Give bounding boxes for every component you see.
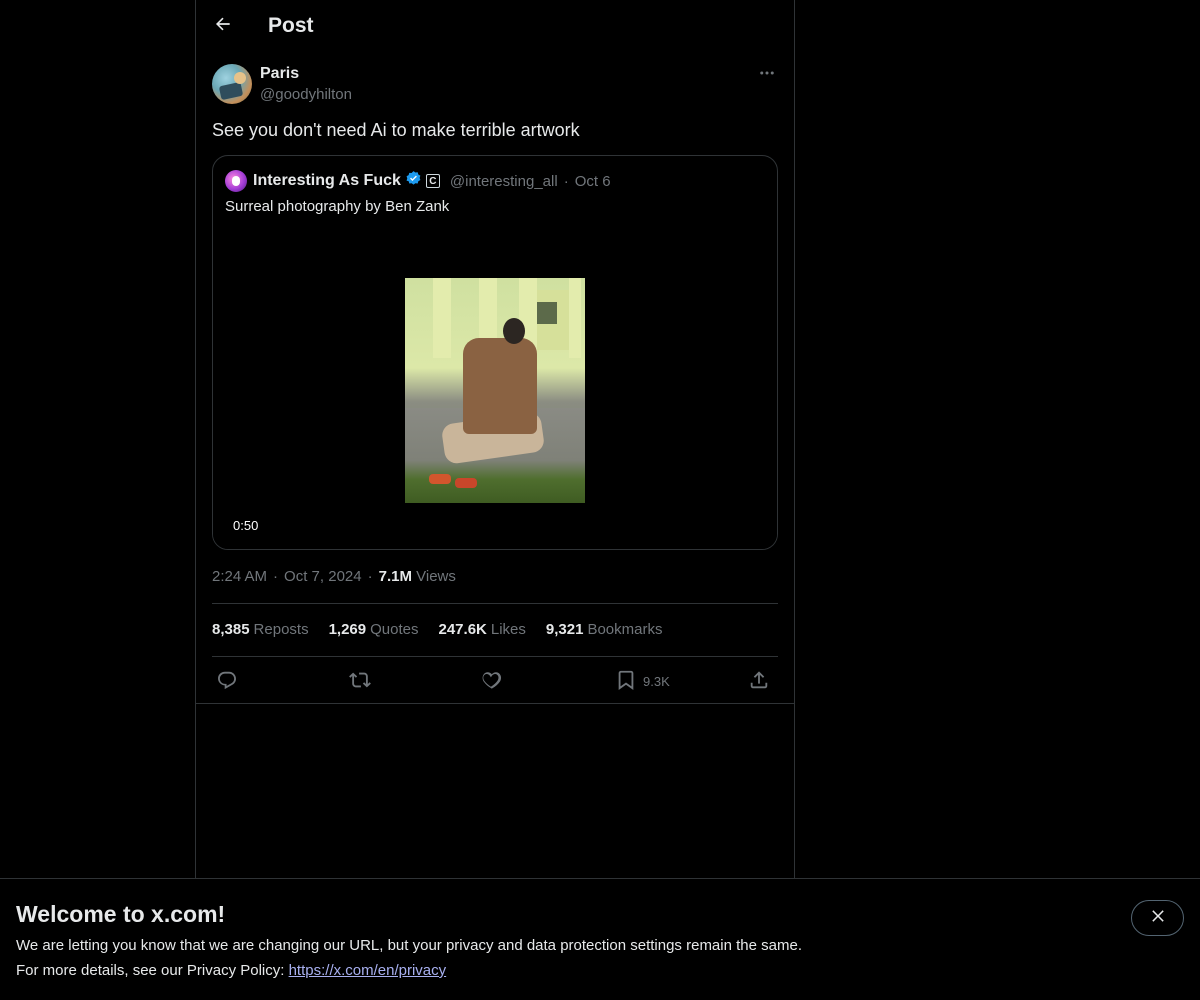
privacy-policy-link[interactable]: https://x.com/en/privacy: [289, 962, 447, 979]
post-time[interactable]: 2:24 AM: [212, 568, 267, 585]
avatar[interactable]: [212, 64, 252, 104]
quoted-date[interactable]: Oct 6: [575, 173, 611, 190]
likes-stat[interactable]: 247.6K Likes: [439, 621, 526, 638]
bookmark-count: 9.3K: [643, 673, 670, 689]
quoted-post[interactable]: Interesting As Fuck C @interesting_all ·…: [212, 155, 778, 550]
views-label: Views: [416, 568, 456, 585]
banner-message: We are letting you know that we are chan…: [16, 937, 802, 954]
verified-badge-icon: [405, 170, 422, 192]
divider: [196, 703, 794, 704]
banner-title: Welcome to x.com!: [16, 901, 226, 927]
arrow-left-icon: [213, 14, 233, 39]
repost-icon: [349, 669, 371, 694]
like-button[interactable]: [480, 668, 502, 694]
quoted-handle[interactable]: @interesting_all: [450, 173, 558, 190]
author-handle[interactable]: @goodyhilton: [260, 86, 352, 103]
bookmark-button[interactable]: 9.3K: [615, 668, 670, 694]
action-bar: 9.3K: [212, 668, 778, 694]
video-player[interactable]: 0:50: [213, 222, 777, 549]
separator-dot: ·: [367, 568, 373, 585]
page-header: Post: [196, 0, 794, 53]
divider: [212, 603, 778, 604]
separator-dot: ·: [563, 172, 569, 190]
share-icon: [748, 669, 770, 694]
reply-icon: [216, 669, 238, 694]
reposts-stat[interactable]: 8,385 Reposts: [212, 621, 309, 638]
quoted-author-name[interactable]: Interesting As Fuck: [253, 172, 401, 190]
quoted-text: Surreal photography by Ben Zank: [225, 198, 450, 215]
video-duration: 0:50: [227, 516, 265, 535]
post-stats: 8,385 Reposts 1,269 Quotes 247.6K Likes 9,3…: [212, 621, 662, 638]
reply-button[interactable]: [216, 668, 238, 694]
page-title: Post: [268, 14, 314, 37]
affiliate-badge: C: [425, 174, 440, 188]
close-banner-button[interactable]: [1131, 900, 1184, 936]
bookmarks-stat[interactable]: 9,321 Bookmarks: [546, 621, 663, 638]
repost-button[interactable]: [349, 668, 371, 694]
more-horizontal-icon: [758, 64, 776, 87]
post-text: See you don't need Ai to make terrible a…: [212, 120, 580, 140]
banner-privacy-prefix: For more details, see our Privacy Policy…: [16, 962, 289, 979]
divider: [212, 656, 778, 657]
post-date[interactable]: Oct 7, 2024: [284, 568, 362, 585]
video-thumbnail: [405, 278, 585, 503]
quoted-avatar[interactable]: [225, 170, 247, 192]
views-count: 7.1M: [378, 568, 412, 585]
post-author: Paris @goodyhilton: [212, 64, 778, 106]
back-button[interactable]: [206, 9, 240, 43]
bookmark-icon: [615, 669, 637, 694]
main-column: Post Paris @goodyhilton See you don't ne…: [195, 0, 795, 878]
author-name[interactable]: Paris: [260, 65, 299, 83]
more-options-button[interactable]: [756, 64, 778, 86]
share-button[interactable]: [748, 668, 770, 694]
banner-privacy-line: For more details, see our Privacy Policy…: [16, 962, 446, 979]
quoted-post-header: Interesting As Fuck C @interesting_all ·…: [225, 170, 611, 192]
close-icon: [1149, 907, 1167, 930]
heart-icon: [480, 669, 502, 694]
post-meta: 2:24 AM · Oct 7, 2024 · 7.1M Views: [212, 568, 456, 585]
quotes-stat[interactable]: 1,269 Quotes: [329, 621, 419, 638]
separator-dot: ·: [273, 568, 279, 585]
welcome-banner: Welcome to x.com! We are letting you kno…: [0, 878, 1200, 1000]
